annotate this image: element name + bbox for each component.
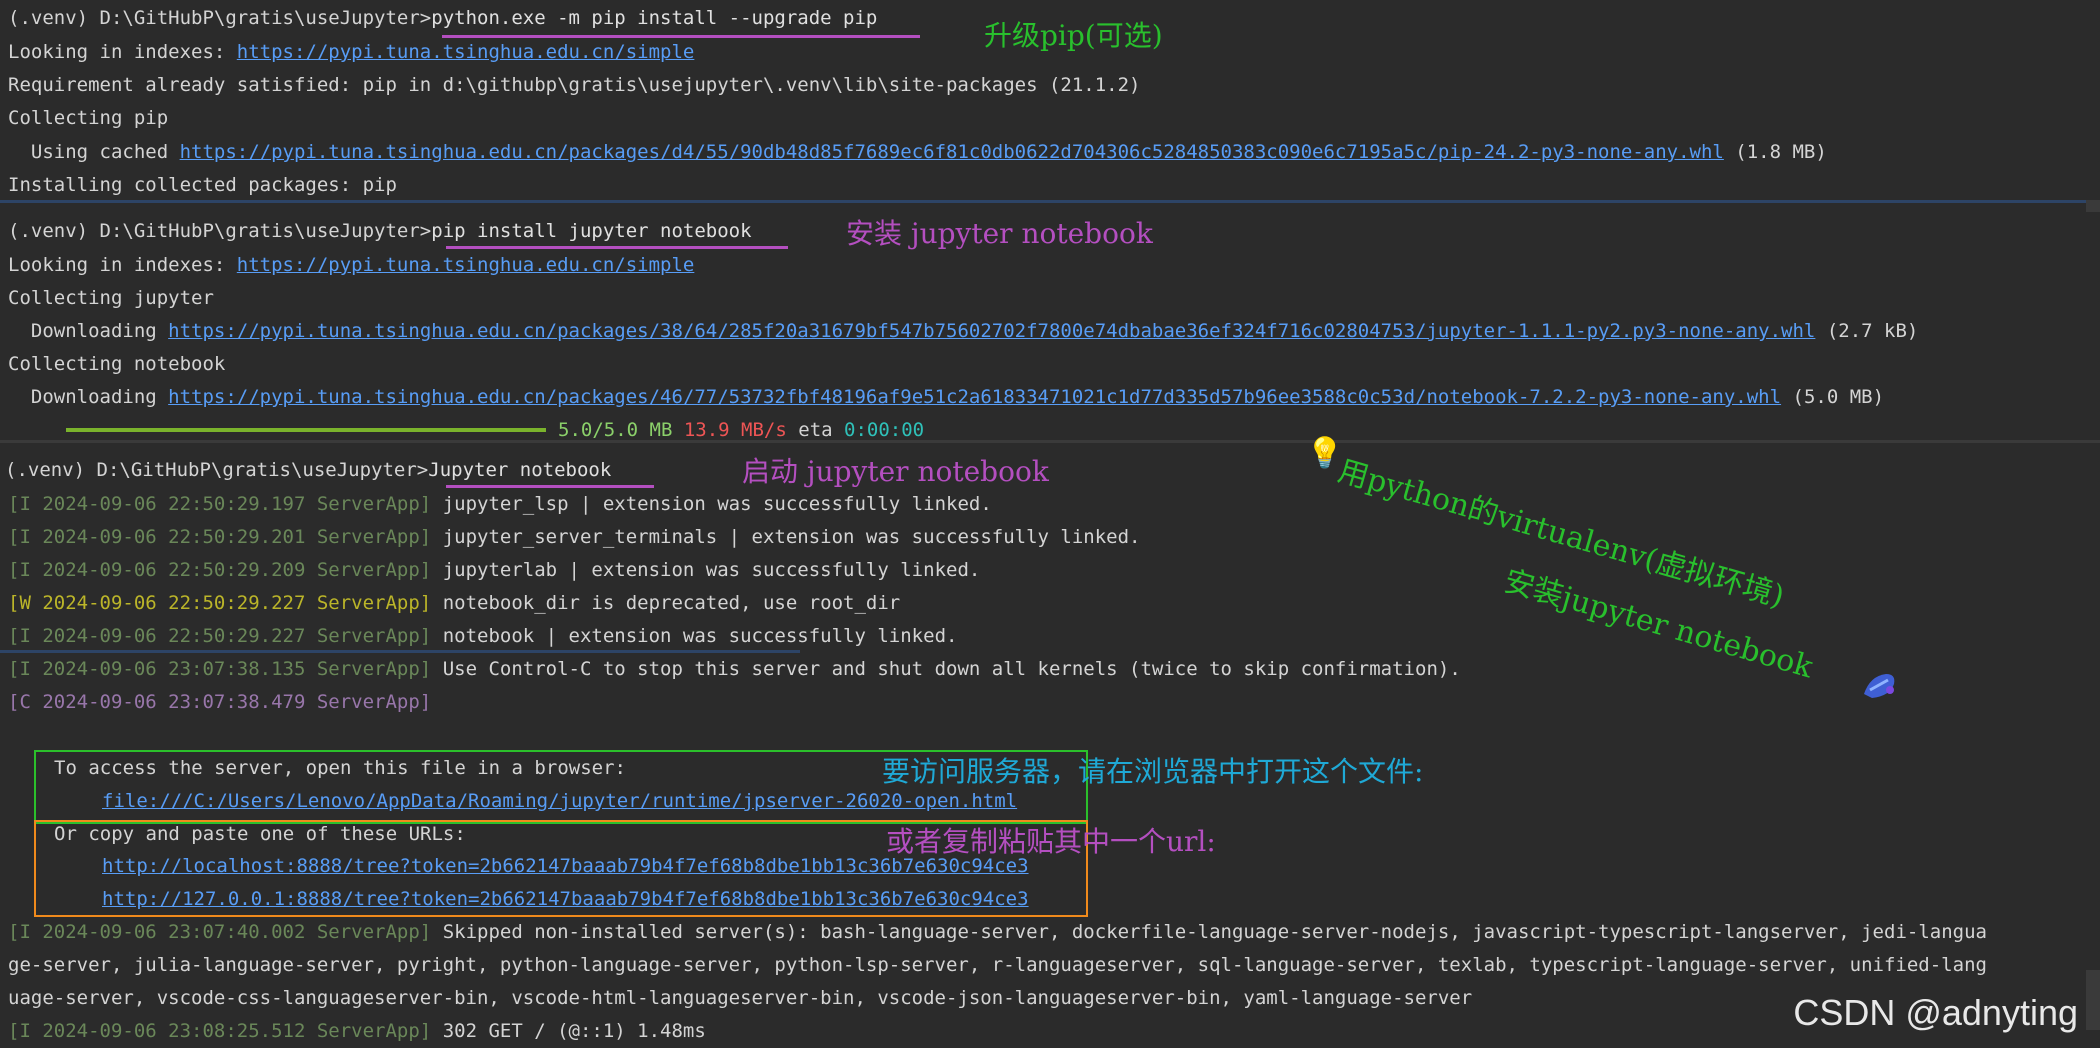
cached-pip-link[interactable]: https://pypi.tuna.tsinghua.edu.cn/packag…: [180, 141, 1724, 163]
log-line-skipped-cont: ge-server, julia-language-server, pyrigh…: [8, 954, 1987, 976]
prompt: (.venv) D:\GitHubP\gratis\useJupyter>: [8, 220, 432, 242]
log-line-critical: [C 2024-09-06 23:07:38.479 ServerApp]: [8, 691, 432, 713]
block2-command-line: (.venv) D:\GitHubP\gratis\useJupyter>pip…: [8, 219, 752, 243]
download-notebook-link[interactable]: https://pypi.tuna.tsinghua.edu.cn/packag…: [168, 386, 1781, 408]
collecting-pip-line: Collecting pip: [8, 107, 169, 129]
indexes-link[interactable]: https://pypi.tuna.tsinghua.edu.cn/simple: [237, 254, 695, 276]
command: pip install jupyter notebook: [431, 220, 752, 242]
separator: [0, 200, 2100, 203]
separator: [0, 440, 2100, 443]
access-text: To access the server, open this file in …: [54, 757, 626, 779]
command: python.exe -m pip install --upgrade pip: [431, 7, 878, 29]
indexes-link[interactable]: https://pypi.tuna.tsinghua.edu.cn/simple: [237, 41, 695, 63]
brush-icon: [1860, 668, 1900, 702]
command: Jupyter notebook: [428, 459, 612, 481]
log-line-warning: [W 2024-09-06 22:50:29.227 ServerApp] no…: [8, 592, 901, 614]
cached-line: Using cached https://pypi.tuna.tsinghua.…: [8, 141, 1827, 163]
command-underline: [446, 485, 654, 488]
requirement-line: Requirement already satisfied: pip in d:…: [8, 74, 1141, 96]
annotation-start-jupyter: 启动 jupyter notebook: [742, 455, 1049, 488]
log-line: [I 2024-09-06 22:50:29.227 ServerApp] no…: [8, 625, 958, 647]
log-line: [I 2024-09-06 22:50:29.209 ServerApp] ju…: [8, 559, 981, 581]
download-jupyter-line: Downloading https://pypi.tuna.tsinghua.e…: [8, 320, 1919, 342]
command-underline: [442, 35, 920, 38]
download-notebook-line: Downloading https://pypi.tuna.tsinghua.e…: [8, 386, 1885, 408]
log-line-ctrl-c: [I 2024-09-06 23:07:38.135 ServerApp] Us…: [8, 658, 1461, 680]
progress-eta-label: eta: [798, 419, 833, 441]
annotation-install-jupyter: 安装 jupyter notebook: [846, 217, 1153, 250]
annotation-upgrade-pip: 升级pip(可选): [984, 19, 1163, 52]
terminal-window[interactable]: { "block1": { "prompt": "(.venv) D:\\Git…: [0, 0, 2100, 1048]
scrollbar-marker[interactable]: [2086, 200, 2100, 212]
annotation-access-file: 要访问服务器，请在浏览器中打开这个文件:: [882, 755, 1424, 788]
installing-line: Installing collected packages: pip: [8, 174, 397, 196]
ip-url[interactable]: http://127.0.0.1:8888/tree?token=2b66214…: [102, 887, 1029, 911]
progress-eta: 0:00:00: [844, 419, 925, 441]
progress-speed: 13.9 MB/s: [683, 419, 787, 441]
download-jupyter-link[interactable]: https://pypi.tuna.tsinghua.edu.cn/packag…: [168, 320, 1815, 342]
prompt: (.venv) D:\GitHubP\gratis\useJupyter>: [5, 459, 429, 481]
lightbulb-icon: 💡: [1306, 436, 1344, 471]
log-line-skipped-cont: uage-server, vscode-css-languageserver-b…: [8, 987, 1473, 1009]
watermark: CSDN @adnyting: [1793, 992, 2078, 1033]
collecting-notebook-line: Collecting notebook: [8, 353, 226, 375]
log-line: [I 2024-09-06 22:50:29.201 ServerApp] ju…: [8, 526, 1141, 548]
collecting-jupyter-line: Collecting jupyter: [8, 287, 214, 309]
block1-command-line: (.venv) D:\GitHubP\gratis\useJupyter>pyt…: [8, 6, 877, 30]
download-progress-bar: [66, 428, 546, 432]
prompt: (.venv) D:\GitHubP\gratis\useJupyter>: [8, 7, 432, 29]
indexes-line: Looking in indexes: https://pypi.tuna.ts…: [8, 41, 695, 63]
log-line-skipped: [I 2024-09-06 23:07:40.002 ServerApp] Sk…: [8, 921, 1987, 943]
command-underline: [446, 246, 788, 249]
scrollbar-thumb[interactable]: [2086, 970, 2100, 1030]
progress-size: 5.0/5.0 MB: [558, 419, 673, 441]
log-line: [I 2024-09-06 22:50:29.197 ServerApp] ju…: [8, 493, 992, 515]
progress-stats: 5.0/5.0 MB 13.9 MB/s eta 0:00:00: [558, 418, 924, 442]
block3-command-line: (.venv) D:\GitHubP\gratis\useJupyter>Jup…: [5, 458, 611, 482]
access-file-link[interactable]: file:///C:/Users/Lenovo/AppData/Roaming/…: [102, 789, 1017, 813]
indexes-line: Looking in indexes: https://pypi.tuna.ts…: [8, 254, 695, 276]
localhost-url[interactable]: http://localhost:8888/tree?token=2b66214…: [102, 854, 1029, 878]
copy-text: Or copy and paste one of these URLs:: [54, 823, 466, 845]
separator: [0, 650, 800, 653]
log-line-get: [I 2024-09-06 23:08:25.512 ServerApp] 30…: [8, 1020, 706, 1042]
